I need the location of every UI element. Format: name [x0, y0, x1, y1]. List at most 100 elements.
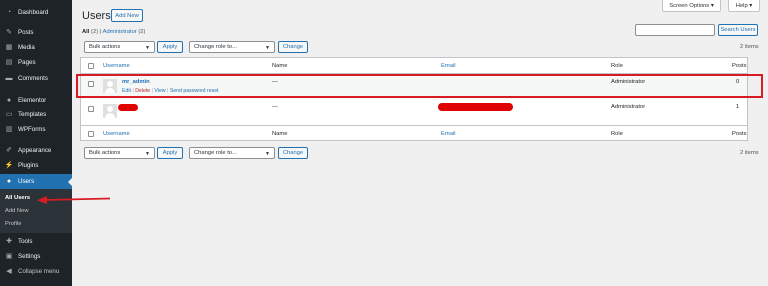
pages-icon: ▤ — [5, 59, 13, 66]
menu-elementor[interactable]: ● Elementor — [0, 93, 72, 108]
main-content: Users Add New Screen Options ▾ Help ▾ Al… — [72, 0, 768, 286]
bulk-actions-select-bottom[interactable]: Bulk actions ▼ — [84, 147, 155, 159]
menu-collapse[interactable]: ◀ Collapse menu — [0, 264, 72, 279]
menu-label: Tools — [18, 238, 33, 245]
user-icon: ● — [6, 178, 12, 185]
menu-label: Templates — [18, 111, 47, 118]
column-name[interactable]: Name — [272, 63, 287, 69]
role-cell: Administrator — [611, 104, 646, 110]
chevron-down-icon: ▼ — [265, 45, 270, 51]
submenu-add-new[interactable]: Add New — [5, 208, 29, 214]
apply-button-bottom[interactable]: Apply — [157, 147, 183, 159]
menu-users[interactable]: ● Users — [0, 174, 72, 189]
templates-icon: ▭ — [5, 111, 13, 118]
filter-all[interactable]: All (2) — [82, 29, 98, 35]
wrench-icon: ✚ — [6, 238, 12, 245]
menu-dashboard[interactable]: ◔ Dashboard — [0, 5, 72, 20]
filter-administrator-count: (2) — [138, 29, 146, 35]
filter-all-label: All — [82, 29, 90, 35]
media-icon: ▦ — [5, 44, 13, 51]
search-input[interactable] — [635, 24, 715, 36]
filter-administrator-label: Administrator — [102, 29, 137, 35]
table-row: — Administrator 1 — [81, 99, 747, 125]
menu-settings[interactable]: ▣ Settings — [0, 249, 72, 264]
change-role-select-bottom[interactable]: Change role to... ▼ — [189, 147, 275, 159]
menu-appearance[interactable]: ✐ Appearance — [0, 143, 72, 158]
menu-label: WPForms — [18, 126, 46, 133]
column-posts: Posts — [732, 131, 747, 137]
column-username[interactable]: Username — [103, 131, 130, 137]
admin-sidebar: ◔ Dashboard ✎ Posts ▦ Media ▤ Pages ▬ Comment… — [0, 0, 72, 286]
chevron-down-icon: ▼ — [145, 151, 150, 157]
menu-label: Plugins — [18, 162, 39, 169]
menu-label: Comments — [18, 75, 48, 82]
wpforms-icon: ▥ — [5, 126, 13, 133]
column-username[interactable]: Username — [103, 63, 130, 69]
chevron-down-icon: ▼ — [145, 45, 150, 51]
menu-label: Dashboard — [18, 9, 49, 16]
submenu-all-users[interactable]: All Users — [5, 195, 30, 201]
menu-posts[interactable]: ✎ Posts — [0, 25, 72, 40]
menu-comments[interactable]: ▬ Comments — [0, 71, 72, 86]
search-users-button[interactable]: Search Users — [718, 24, 758, 36]
role-filter-links: All (2) | Administrator (2) — [82, 29, 145, 35]
menu-label: Media — [18, 44, 35, 51]
menu-plugins[interactable]: ⚡ Plugins — [0, 158, 72, 173]
table-footer: Username Name Email Role Posts — [81, 125, 747, 141]
screen-options-button[interactable]: Screen Options ▾ — [662, 0, 721, 12]
settings-icon: ▣ — [5, 253, 13, 260]
page-title: Users — [82, 10, 111, 22]
menu-label: Collapse menu — [18, 268, 60, 275]
posts-cell[interactable]: 1 — [736, 104, 739, 110]
help-button[interactable]: Help ▾ — [728, 0, 760, 12]
elementor-icon: ● — [6, 97, 12, 104]
menu-pages[interactable]: ▤ Pages — [0, 55, 72, 70]
comment-icon: ▬ — [5, 75, 13, 82]
users-table: Username Name Email Role Posts mr_admin … — [80, 57, 748, 141]
filter-administrator[interactable]: Administrator (2) — [103, 29, 146, 35]
select-all-checkbox[interactable] — [88, 63, 94, 69]
redacted-email — [438, 103, 513, 111]
name-cell: — — [272, 104, 278, 110]
change-role-value: Change role to... — [194, 44, 237, 50]
change-role-select-top[interactable]: Change role to... ▼ — [189, 41, 275, 53]
collapse-icon: ◀ — [6, 268, 12, 275]
row-checkbox[interactable] — [88, 106, 94, 112]
highlight-box — [76, 74, 763, 98]
table-header: Username Name Email Role Posts — [81, 58, 747, 74]
menu-label: Pages — [18, 59, 36, 66]
bulk-actions-select-top[interactable]: Bulk actions ▼ — [84, 41, 155, 53]
filter-all-count: (2) — [91, 29, 99, 35]
menu-templates[interactable]: ▭ Templates — [0, 107, 72, 122]
apply-button-top[interactable]: Apply — [157, 41, 183, 53]
select-all-checkbox[interactable] — [88, 131, 94, 137]
change-button-top[interactable]: Change — [278, 41, 308, 53]
chevron-down-icon: ▼ — [265, 151, 270, 157]
bulk-actions-value: Bulk actions — [89, 150, 121, 156]
menu-media[interactable]: ▦ Media — [0, 40, 72, 55]
dashboard-icon: ◔ — [6, 9, 12, 16]
annotation-arrow-icon — [37, 196, 111, 204]
change-button-bottom[interactable]: Change — [278, 147, 308, 159]
plug-icon: ⚡ — [4, 162, 14, 169]
menu-label: Users — [18, 178, 35, 185]
menu-label: Elementor — [18, 97, 47, 104]
avatar — [103, 104, 117, 118]
column-name[interactable]: Name — [272, 131, 287, 137]
menu-wpforms[interactable]: ▥ WPForms — [0, 122, 72, 137]
column-email[interactable]: Email — [441, 63, 456, 69]
pin-icon: ✎ — [6, 29, 12, 36]
items-count-top: 2 items — [740, 44, 759, 50]
items-count-bottom: 2 items — [740, 150, 759, 156]
menu-tools[interactable]: ✚ Tools — [0, 234, 72, 249]
menu-label: Appearance — [18, 147, 52, 154]
column-email[interactable]: Email — [441, 131, 456, 137]
menu-label: Posts — [18, 29, 34, 36]
add-new-button[interactable]: Add New — [111, 9, 143, 22]
change-role-value: Change role to... — [194, 150, 237, 156]
submenu-profile[interactable]: Profile — [5, 221, 21, 227]
redacted-username — [118, 104, 138, 111]
column-role: Role — [611, 131, 623, 137]
bulk-actions-value: Bulk actions — [89, 44, 121, 50]
filter-separator: | — [99, 29, 102, 35]
